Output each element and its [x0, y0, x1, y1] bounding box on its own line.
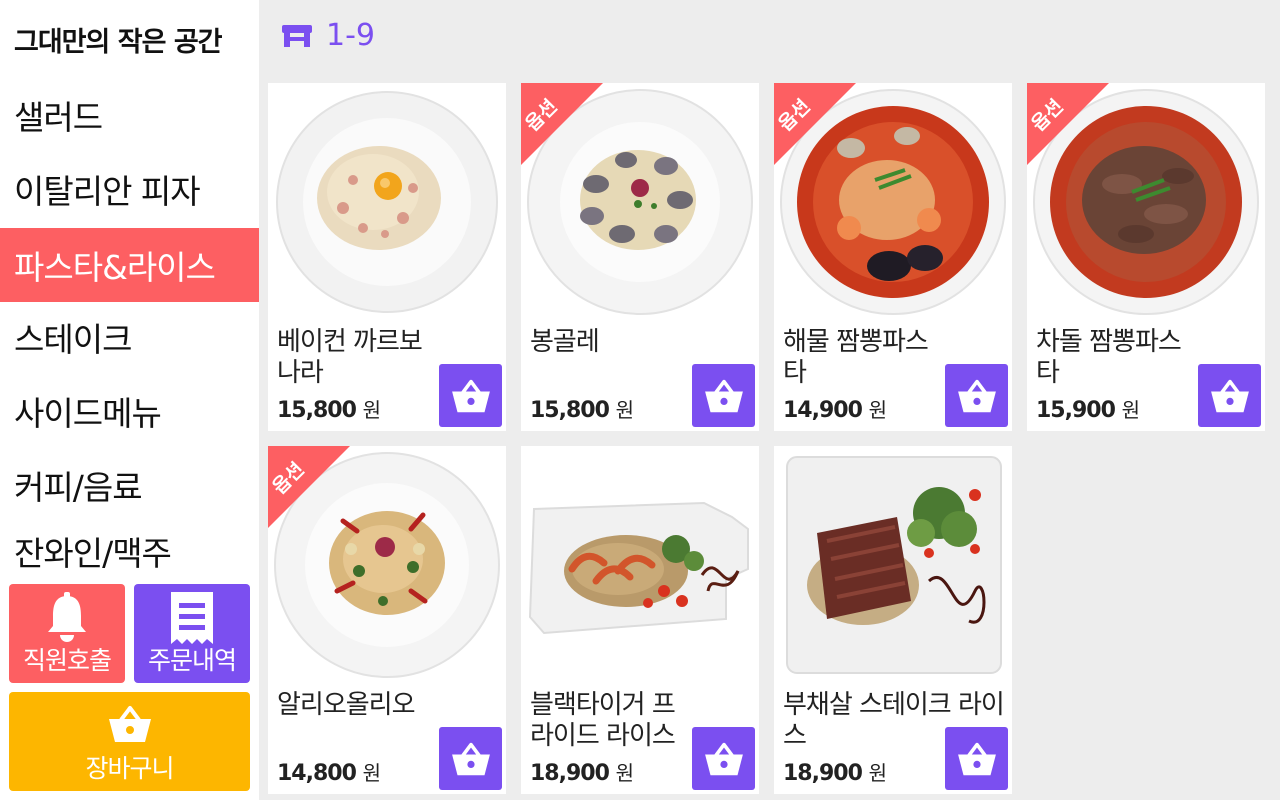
menu-price: 18,900 원: [783, 761, 887, 786]
add-to-cart-button[interactable]: [439, 727, 502, 790]
basket-icon: [108, 706, 151, 742]
basket-icon: [704, 742, 743, 775]
menu-name: 차돌 짬뽕파스타: [1036, 327, 1182, 388]
menu-name: 봉골레: [530, 327, 600, 357]
category-steak[interactable]: 스테이크: [0, 300, 259, 374]
store-name: 그대만의 작은 공간: [14, 27, 223, 58]
basket-icon: [957, 742, 996, 775]
table-indicator: 1-9: [280, 18, 375, 53]
cart-label: 장바구니: [85, 754, 174, 783]
add-to-cart-button[interactable]: [945, 364, 1008, 427]
add-to-cart-button[interactable]: [439, 364, 502, 427]
add-to-cart-button[interactable]: [945, 727, 1008, 790]
menu-name: 알리오올리오: [277, 690, 416, 720]
menu-price: 15,800 원: [530, 398, 634, 423]
menu-card-seafood-jjamppong-pasta[interactable]: 옵션 해물 짬뽕파스타 14,900 원: [774, 83, 1012, 431]
add-to-cart-button[interactable]: [692, 364, 755, 427]
category-side-menu[interactable]: 사이드메뉴: [0, 374, 259, 448]
cart-button[interactable]: 장바구니: [9, 692, 250, 791]
menu-price: 14,900 원: [783, 398, 887, 423]
basket-icon: [451, 379, 490, 412]
menu-card-chadol-jjamppong-pasta[interactable]: 옵션 차돌 짬뽕파스타 15,900 원: [1027, 83, 1265, 431]
menu-card-aglio-olio[interactable]: 옵션 알리오올리오 14,800 원: [268, 446, 506, 794]
menu-card-black-tiger-fried-rice[interactable]: 블랙타이거 프라이드 라이스 18,900 원: [521, 446, 759, 794]
menu-name: 해물 짬뽕파스타: [783, 327, 929, 388]
menu-name: 블랙타이거 프라이드 라이스: [530, 690, 676, 751]
bell-icon: [48, 592, 86, 642]
table-icon: [282, 24, 312, 47]
menu-card-bacon-carbonara[interactable]: 베이컨 까르보나라 15,800 원: [268, 83, 506, 431]
menu-card-flat-iron-steak-rice[interactable]: 부채살 스테이크 라이스 18,900 원: [774, 446, 1012, 794]
receipt-icon: [171, 592, 213, 644]
staff-call-button[interactable]: 직원호출: [9, 584, 125, 683]
add-to-cart-button[interactable]: [692, 727, 755, 790]
menu-card-vongole[interactable]: 옵션 봉골레 15,800 원: [521, 83, 759, 431]
table-number: 1-9: [326, 18, 375, 53]
menu-photo: [528, 501, 749, 635]
menu-price: 15,800 원: [277, 398, 381, 423]
menu-photo: [276, 91, 498, 313]
category-wine-beer[interactable]: 잔와인/맥주: [0, 520, 259, 582]
menu-price: 14,800 원: [277, 761, 381, 786]
menu-price: 18,900 원: [530, 761, 634, 786]
option-ribbon: 옵션: [1027, 83, 1109, 165]
option-ribbon: 옵션: [268, 446, 350, 528]
category-pasta-rice[interactable]: 파스타&라이스: [0, 228, 259, 302]
basket-icon: [451, 742, 490, 775]
menu-price: 15,900 원: [1036, 398, 1140, 423]
order-history-label: 주문내역: [147, 646, 237, 675]
category-italian-pizza[interactable]: 이탈리안 피자: [0, 152, 259, 226]
order-history-button[interactable]: 주문내역: [134, 584, 250, 683]
basket-icon: [1210, 379, 1249, 412]
add-to-cart-button[interactable]: [1198, 364, 1261, 427]
menu-photo: [786, 456, 1002, 674]
option-ribbon: 옵션: [521, 83, 603, 165]
menu-name: 베이컨 까르보나라: [277, 327, 423, 388]
option-ribbon: 옵션: [774, 83, 856, 165]
kiosk-app: 그대만의 작은 공간 샐러드 이탈리안 피자 파스타&라이스 스테이크 사이드메…: [0, 0, 1280, 800]
category-salad[interactable]: 샐러드: [0, 78, 259, 152]
sidebar: 그대만의 작은 공간 샐러드 이탈리안 피자 파스타&라이스 스테이크 사이드메…: [0, 0, 259, 800]
category-coffee-drinks[interactable]: 커피/음료: [0, 448, 259, 522]
basket-icon: [704, 379, 743, 412]
staff-call-label: 직원호출: [22, 646, 112, 675]
basket-icon: [957, 379, 996, 412]
